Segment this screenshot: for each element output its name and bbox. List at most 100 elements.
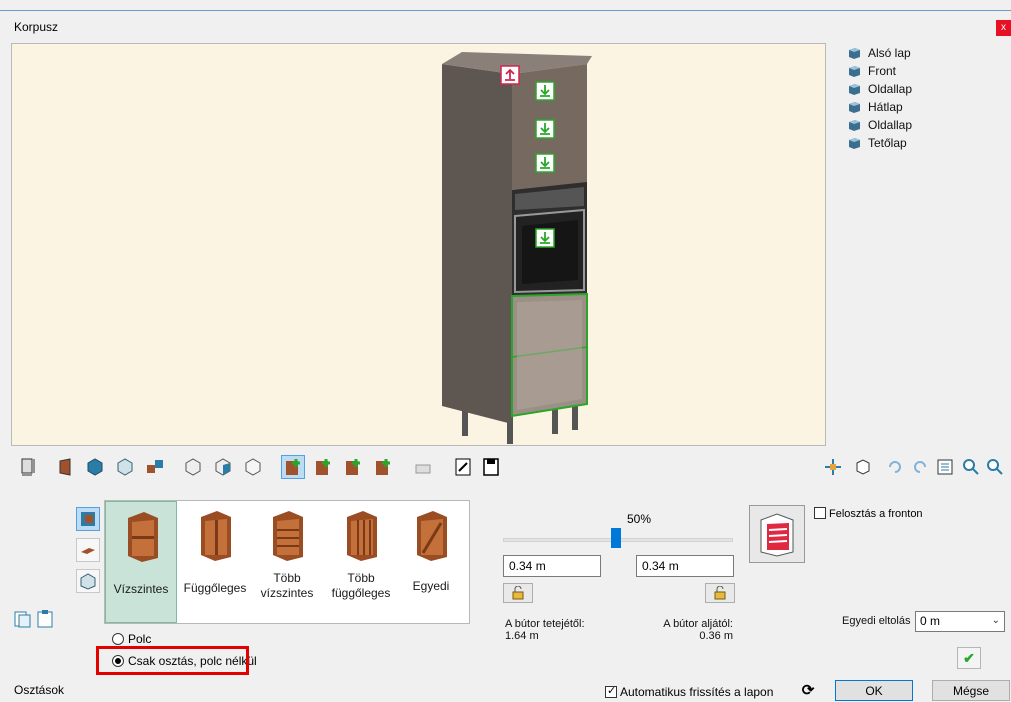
front-split-option[interactable]: Felosztás a fronton (814, 507, 923, 520)
tree-item[interactable]: Front (848, 62, 912, 80)
mode-box-button[interactable] (76, 569, 100, 593)
panel-front-icon[interactable] (211, 455, 235, 479)
move-icon[interactable] (821, 455, 845, 479)
panel-transparent-icon[interactable] (241, 455, 265, 479)
tab-tobb-vizszintes[interactable]: Több vízszintes (251, 501, 323, 623)
add-green-2-icon[interactable] (311, 455, 335, 479)
front-split-checkbox[interactable] (814, 507, 826, 519)
vertical-division-icon (201, 511, 231, 561)
tab-label: Több (347, 571, 375, 585)
division-slider-thumb[interactable] (611, 528, 621, 548)
tab-fuggoleges[interactable]: Függőleges (179, 501, 251, 623)
auto-refresh-option[interactable]: Automatikus frissítés a lapon (605, 684, 774, 699)
panel-icon (849, 120, 860, 131)
mode-shelf-button[interactable] (76, 538, 100, 562)
chevron-down-icon: ⌄ (991, 615, 1000, 626)
front-split-label: Felosztás a fronton (829, 508, 923, 520)
radio-button[interactable] (112, 633, 124, 645)
horizontal-division-icon (128, 512, 158, 562)
main-toolbar (11, 452, 1011, 484)
panel-icon (849, 48, 860, 59)
tree-item-label: Front (868, 64, 897, 78)
box-blue-icon[interactable] (83, 455, 107, 479)
tab-egyedi[interactable]: Egyedi (395, 501, 467, 623)
view-cube-icon[interactable] (851, 455, 875, 479)
box-transparent-icon[interactable] (113, 455, 137, 479)
from-bottom-label: A bútor aljától: (663, 618, 733, 630)
right-distance-field[interactable]: 0.34 m (636, 555, 734, 577)
tree-item-label: Oldallap (868, 82, 913, 96)
zoom-in-icon[interactable] (959, 455, 983, 479)
add-green-icon[interactable] (281, 455, 305, 479)
section-label: Osztások (14, 683, 65, 697)
save-icon[interactable] (479, 455, 503, 479)
tab-vizszintes[interactable]: Vízszintes (105, 501, 177, 623)
tree-item[interactable]: Tetőlap (848, 134, 912, 152)
tree-item-label: Oldallap (868, 118, 913, 132)
apply-button[interactable]: ✔ (957, 647, 981, 669)
tab-label: Vízszintes (113, 582, 169, 596)
copy-icon[interactable] (13, 609, 33, 632)
tab-label: Egyedi (412, 579, 450, 593)
properties-icon[interactable] (933, 455, 957, 479)
front-split-preview-button[interactable] (749, 505, 805, 563)
custom-division-icon (417, 511, 447, 561)
tree-item[interactable]: Hátlap (848, 98, 912, 116)
cancel-button[interactable]: Mégse (932, 680, 1010, 701)
annotation-highlight-box (96, 646, 249, 675)
redo-icon[interactable] (908, 455, 932, 479)
panel-icon (849, 138, 860, 149)
undo-icon[interactable] (883, 455, 907, 479)
window-top-border (0, 10, 1011, 11)
cabinet-side-panel (442, 64, 512, 424)
from-top-label: A bútor tetejétől: (505, 618, 585, 630)
copy-paste-group (13, 609, 55, 632)
auto-refresh-checkbox[interactable] (605, 684, 617, 698)
panel-left-icon[interactable] (181, 455, 205, 479)
from-top-value: 1.64 m (505, 630, 539, 642)
tree-item-label: Hátlap (868, 100, 903, 114)
add-green-4-icon[interactable] (371, 455, 395, 479)
tree-item-label: Tetőlap (868, 136, 907, 150)
multi-vertical-division-icon (347, 511, 377, 561)
import-marker-icon[interactable] (535, 153, 555, 173)
export-marker-icon[interactable] (500, 65, 520, 85)
tab-label: függőleges (331, 586, 391, 600)
from-bottom-value: 0.36 m (699, 630, 733, 642)
zoom-out-icon[interactable] (983, 455, 1007, 479)
import-marker-icon[interactable] (535, 119, 555, 139)
tab-label: vízszintes (260, 586, 314, 600)
refresh-icon[interactable]: ⟳ (797, 680, 819, 700)
door-icon[interactable] (53, 455, 77, 479)
connect-icon[interactable] (143, 455, 167, 479)
3d-viewport[interactable] (11, 43, 826, 446)
tree-item[interactable]: Oldallap (848, 116, 912, 134)
close-button[interactable]: x (996, 20, 1011, 36)
offset-value: 0 m (920, 614, 941, 628)
edit-icon[interactable] (451, 455, 475, 479)
element-tree: Alsó lap Front Oldallap Hátlap Oldallap … (848, 44, 912, 152)
tab-tobb-fuggoleges[interactable]: Több függőleges (325, 501, 397, 623)
tree-item[interactable]: Oldallap (848, 80, 912, 98)
panel-icon (849, 84, 860, 95)
mode-division-button[interactable] (76, 507, 100, 531)
add-green-3-icon[interactable] (341, 455, 365, 479)
drawer-icon[interactable] (411, 455, 435, 479)
offset-select[interactable]: 0 m ⌄ (915, 611, 1005, 632)
panel-icon (849, 102, 860, 113)
import-marker-icon[interactable] (535, 81, 555, 101)
radio-polc[interactable]: Polc (112, 632, 151, 646)
import-marker-icon[interactable] (535, 228, 555, 248)
window: Korpusz x Alsó lap Front Oldallap Hátlap… (0, 0, 1011, 702)
tree-item[interactable]: Alsó lap (848, 44, 912, 62)
tree-item-label: Alsó lap (868, 46, 911, 60)
dimensions-icon[interactable] (17, 455, 41, 479)
cabinet-3d-view (442, 52, 592, 444)
lock-right-button[interactable] (705, 583, 735, 603)
lock-left-button[interactable] (503, 583, 533, 603)
ok-button[interactable]: OK (835, 680, 913, 701)
paste-icon[interactable] (35, 609, 55, 632)
division-type-tabs: Vízszintes Függőleges Több vízszintes Tö… (104, 500, 470, 624)
auto-refresh-label: Automatikus frissítés a lapon (620, 685, 774, 699)
left-distance-field[interactable]: 0.34 m (503, 555, 601, 577)
